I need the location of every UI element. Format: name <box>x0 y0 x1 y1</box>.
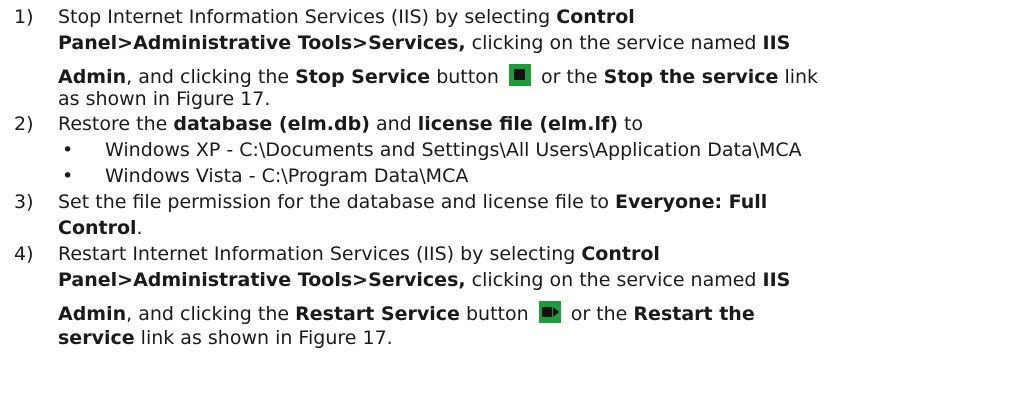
step-line: Panel>Administrative Tools>Services, cli… <box>58 32 791 54</box>
list-item: Windows Vista - C:\Program Data\MCA <box>105 165 469 187</box>
step-number: 1) <box>14 6 34 28</box>
step-number: 2) <box>14 113 34 135</box>
restart-icon <box>538 301 561 323</box>
bullet-marker: • <box>62 139 74 161</box>
step-number: 3) <box>14 191 34 213</box>
bullet-marker: • <box>62 165 74 187</box>
step-line: Restart Internet Information Services (I… <box>58 243 660 265</box>
step-line: Admin, and clicking the Restart Service … <box>58 301 755 325</box>
step-number: 4) <box>14 243 34 265</box>
list-item: Windows XP - C:\Documents and Settings\A… <box>105 139 802 161</box>
step-line: Admin, and clicking the Stop Service but… <box>58 64 819 88</box>
instructions-document: 1) Stop Internet Information Services (I… <box>0 0 1020 402</box>
step-line: Stop Internet Information Services (IIS)… <box>58 6 635 28</box>
step-line: service link as shown in Figure 17. <box>58 327 393 349</box>
step-line: Panel>Administrative Tools>Services, cli… <box>58 269 791 291</box>
step-line: Set the file permission for the database… <box>58 191 768 213</box>
stop-icon <box>508 64 531 86</box>
step-line: Restore the database (elm.db) and licens… <box>58 113 644 135</box>
step-line: as shown in Figure 17. <box>58 88 271 110</box>
step-line: Control. <box>58 217 143 239</box>
